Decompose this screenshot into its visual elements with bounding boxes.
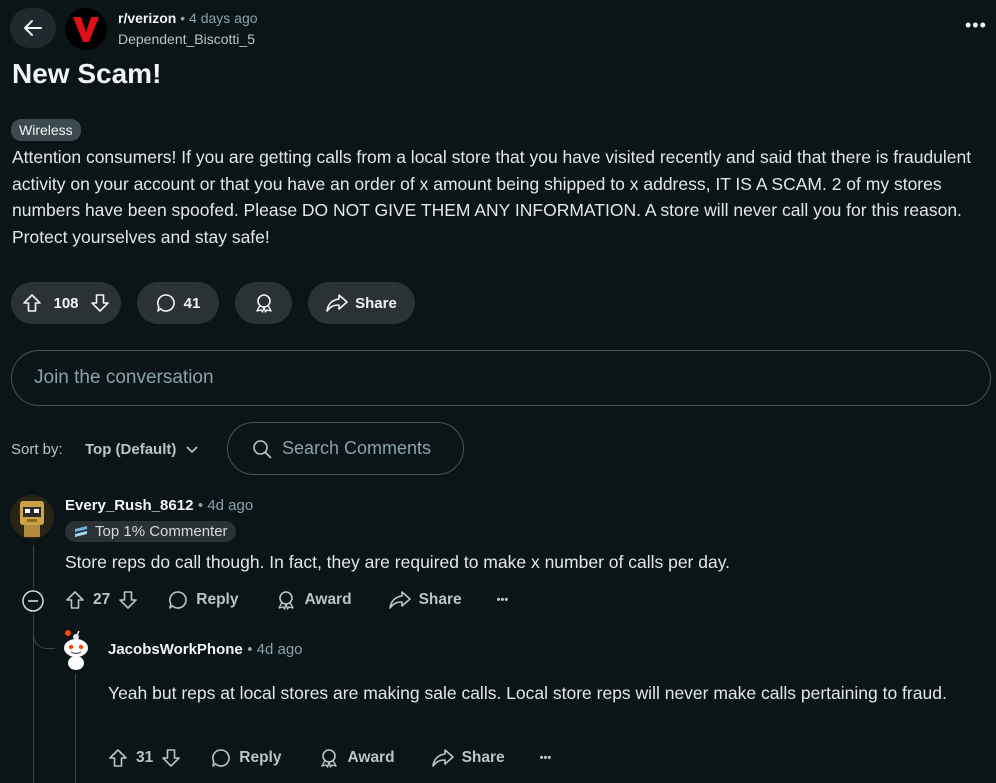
upvote-button[interactable] — [22, 293, 42, 313]
sort-dropdown[interactable]: Top (Default) — [85, 441, 198, 458]
post-vote-bar: 108 — [11, 282, 121, 324]
comment-username[interactable]: Every_Rush_8612 — [65, 497, 193, 514]
badge-label: Top 1% Commenter — [95, 523, 228, 540]
reply-button[interactable]: Reply — [168, 590, 238, 610]
comment-vote: 27 — [65, 590, 138, 610]
top-commenter-badge: Top 1% Commenter — [65, 521, 236, 542]
post-vote-count: 108 — [53, 294, 79, 312]
award-label: Award — [347, 749, 395, 766]
comment-bubble-icon — [212, 749, 231, 767]
downvote-icon[interactable] — [118, 590, 138, 610]
commenter-avatar[interactable] — [10, 495, 54, 539]
upvote-icon[interactable] — [108, 748, 128, 768]
badge-stack-icon — [75, 525, 87, 537]
post-time: 4 days ago — [189, 10, 258, 26]
subreddit-line: r/verizon • 4 days ago — [118, 10, 258, 26]
share-icon — [326, 294, 348, 312]
sort-value: Top (Default) — [85, 441, 177, 458]
comment-username[interactable]: JacobsWorkPhone — [108, 641, 243, 658]
comment-vote: 31 — [108, 748, 181, 768]
reply-label: Reply — [239, 749, 282, 766]
comment-bubble-icon — [156, 294, 175, 312]
comment-actions: 31 Reply Award Share ••• — [108, 748, 551, 768]
share-button[interactable]: Share — [308, 282, 415, 324]
collapse-thread-button[interactable] — [21, 589, 45, 613]
more-options-button[interactable]: ••• — [965, 15, 987, 36]
chevron-down-icon — [186, 445, 198, 453]
share-icon — [388, 591, 411, 609]
thread-line — [75, 674, 76, 783]
comment-meta: JacobsWorkPhone • 4d ago — [108, 641, 303, 659]
reply-connector — [33, 624, 56, 649]
share-label: Share — [418, 591, 462, 608]
comment-time: 4d ago — [256, 641, 303, 658]
robot-avatar-icon — [20, 501, 44, 537]
comment-meta: Every_Rush_8612 • 4d ago — [65, 497, 253, 515]
comment-text: Store reps do call though. In fact, they… — [65, 552, 731, 572]
award-icon — [278, 591, 295, 610]
reply-button[interactable]: Reply — [211, 748, 281, 768]
award-button[interactable] — [235, 282, 292, 324]
downvote-icon — [91, 294, 109, 312]
comment-bubble-icon — [169, 591, 188, 609]
minus-circle-icon — [22, 590, 44, 612]
award-label: Award — [304, 591, 352, 608]
post-title: New Scam! — [12, 58, 162, 89]
share-button[interactable]: Share — [388, 590, 462, 610]
subreddit-avatar[interactable] — [65, 8, 107, 50]
downvote-button[interactable] — [90, 293, 110, 313]
post-flair[interactable]: Wireless — [11, 119, 81, 141]
separator-dot: • — [197, 497, 208, 514]
post-body: Attention consumers! If you are getting … — [12, 147, 972, 247]
comment-text: Yeah but reps at local stores are making… — [108, 683, 947, 703]
reply-label: Reply — [196, 591, 239, 608]
join-placeholder: Join the conversation — [34, 367, 214, 388]
downvote-icon[interactable] — [161, 748, 181, 768]
post-author[interactable]: Dependent_Biscotti_5 — [118, 31, 255, 47]
subreddit-name[interactable]: r/verizon — [118, 10, 176, 26]
share-label: Share — [355, 294, 397, 312]
back-button[interactable] — [10, 8, 56, 48]
more-options-button[interactable]: ••• — [540, 752, 552, 764]
snoo-avatar-icon — [64, 630, 88, 670]
upvote-icon[interactable] — [65, 590, 85, 610]
arrow-left-icon — [24, 20, 42, 36]
comment-vote-count: 31 — [136, 749, 154, 766]
commenter-avatar[interactable] — [55, 628, 97, 670]
separator-dot: • — [180, 10, 186, 26]
comment-vote-count: 27 — [93, 591, 111, 608]
award-button[interactable]: Award — [319, 748, 395, 768]
search-placeholder: Search Comments — [282, 438, 432, 458]
sort-label: Sort by: — [11, 441, 63, 458]
verizon-logo-icon — [73, 17, 99, 42]
share-button[interactable]: Share — [431, 748, 505, 768]
upvote-icon — [23, 294, 41, 312]
comment-count: 41 — [183, 294, 201, 312]
comments-button[interactable]: 41 — [137, 282, 219, 324]
award-icon — [255, 294, 272, 313]
comment-time: 4d ago — [207, 497, 254, 514]
search-icon — [253, 439, 272, 458]
award-button[interactable]: Award — [276, 590, 352, 610]
more-options-button[interactable]: ••• — [497, 594, 509, 606]
join-conversation-input[interactable]: Join the conversation — [11, 350, 991, 406]
separator-dot: • — [247, 641, 257, 658]
award-icon — [321, 749, 338, 768]
share-label: Share — [461, 749, 505, 766]
thread-line — [33, 545, 34, 587]
share-icon — [431, 749, 454, 767]
search-comments-input[interactable]: Search Comments — [227, 422, 464, 475]
comment-actions: 27 Reply Award Share ••• — [65, 590, 508, 610]
